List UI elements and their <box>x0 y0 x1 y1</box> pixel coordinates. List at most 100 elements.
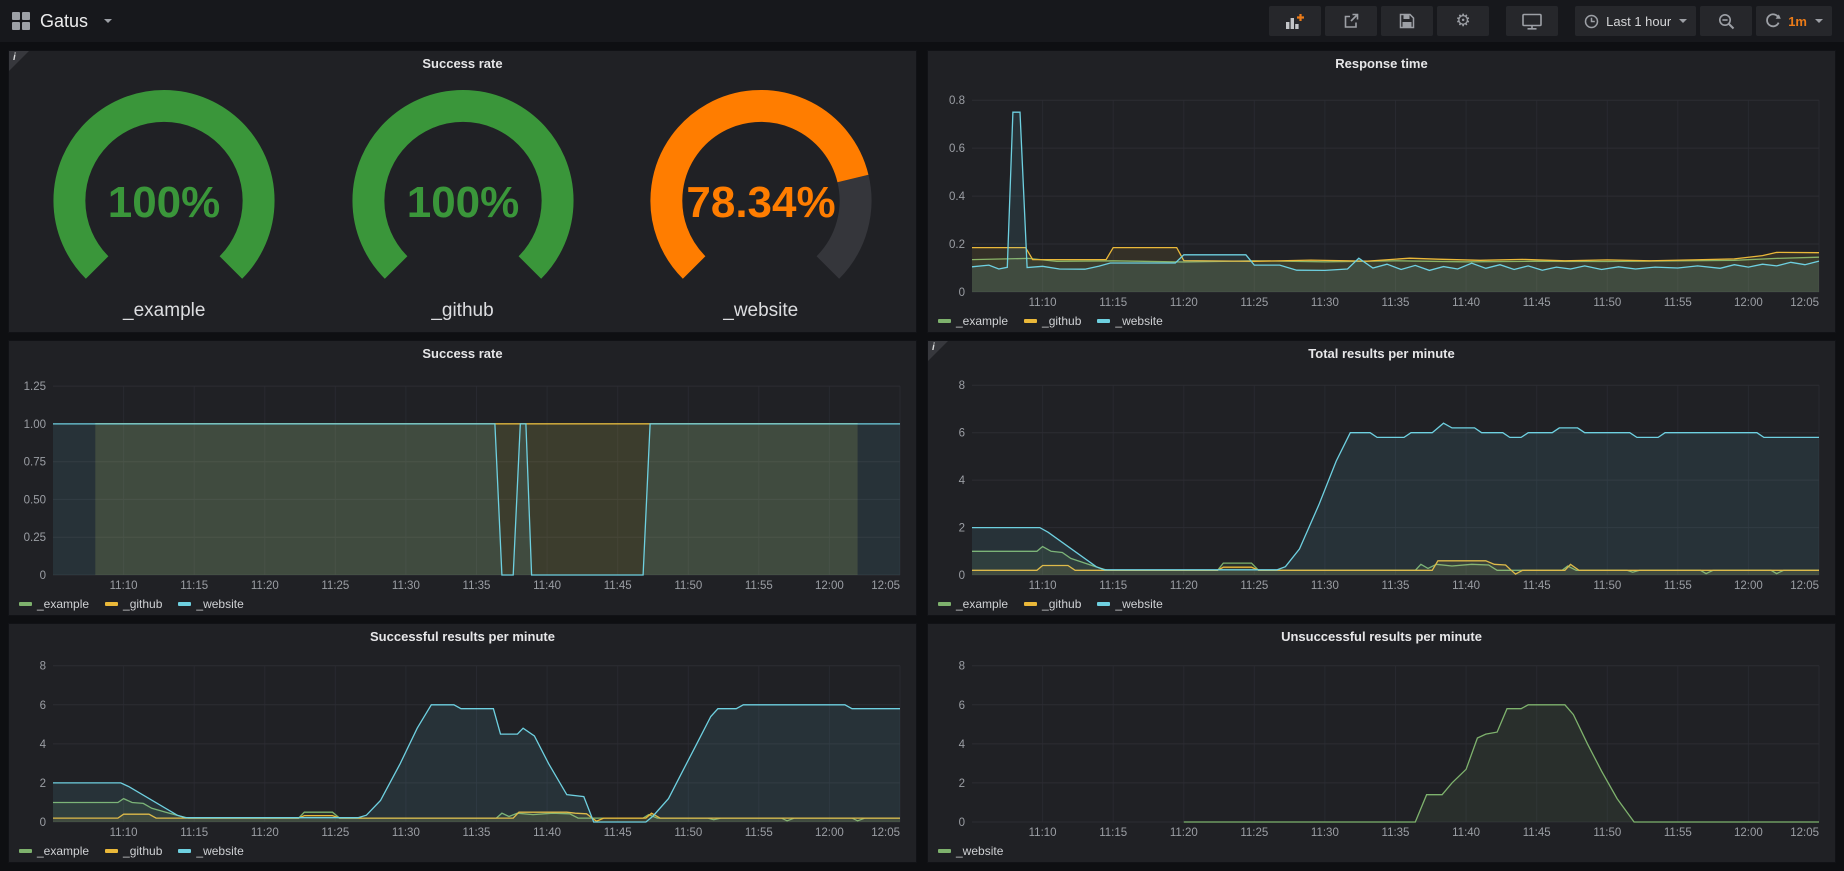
legend-item_example[interactable]: _example <box>19 597 89 611</box>
panel-title[interactable]: Response time <box>928 51 1835 75</box>
svg-text:11:30: 11:30 <box>1311 580 1339 592</box>
success-rate-chart[interactable]: 00.250.500.751.001.2511:1011:1511:2011:2… <box>15 365 910 593</box>
chart-legend: _example _github _website <box>928 310 1835 332</box>
svg-text:11:40: 11:40 <box>1452 827 1480 839</box>
zoom-out-button[interactable] <box>1700 6 1752 36</box>
caret-down-icon[interactable] <box>104 19 112 23</box>
svg-text:11:35: 11:35 <box>1382 580 1410 592</box>
panel-title[interactable]: Total results per minute <box>928 341 1835 365</box>
info-icon[interactable]: i <box>13 52 16 63</box>
panel-title[interactable]: Success rate <box>9 51 916 75</box>
dashboards-grid-icon[interactable] <box>12 12 30 30</box>
svg-text:11:40: 11:40 <box>533 580 561 592</box>
legend-swatch <box>19 602 32 606</box>
legend-swatch <box>1097 602 1110 606</box>
share-button[interactable] <box>1325 6 1377 36</box>
legend-item_github[interactable]: _github <box>1024 597 1081 611</box>
svg-text:11:10: 11:10 <box>1029 580 1057 592</box>
svg-text:11:50: 11:50 <box>1593 580 1621 592</box>
save-button[interactable] <box>1381 6 1433 36</box>
caret-down-icon <box>1679 19 1687 23</box>
legend-swatch <box>105 849 118 853</box>
svg-text:11:45: 11:45 <box>1523 297 1551 309</box>
svg-text:11:50: 11:50 <box>674 580 702 592</box>
svg-text:0.2: 0.2 <box>949 239 965 251</box>
svg-text:8: 8 <box>959 380 965 392</box>
legend-swatch <box>19 849 32 853</box>
chart-legend: _example _github _website <box>9 593 916 615</box>
refresh-icon <box>1765 13 1781 29</box>
legend-item_website[interactable]: _website <box>1097 314 1162 328</box>
svg-text:4: 4 <box>959 475 966 487</box>
share-icon <box>1343 13 1360 29</box>
svg-text:0.4: 0.4 <box>949 191 966 203</box>
svg-text:11:20: 11:20 <box>1170 580 1198 592</box>
svg-text:11:50: 11:50 <box>674 827 702 839</box>
svg-text:11:35: 11:35 <box>463 580 491 592</box>
add-panel-button[interactable] <box>1269 6 1321 36</box>
successful-results-chart[interactable]: 0246811:1011:1511:2011:2511:3011:3511:40… <box>15 648 910 840</box>
response-time-chart[interactable]: 00.20.40.60.811:1011:1511:2011:2511:3011… <box>934 75 1829 310</box>
legend-item_github[interactable]: _github <box>105 844 162 858</box>
gauge-label: _website <box>723 300 798 322</box>
dashboard-grid: i Success rate 100% _example 100% _githu… <box>0 42 1844 871</box>
legend-item_website[interactable]: _website <box>938 844 1003 858</box>
svg-text:0: 0 <box>959 570 965 582</box>
time-range-picker[interactable]: Last 1 hour <box>1575 6 1696 36</box>
panel-info-corner[interactable] <box>9 51 29 71</box>
info-icon[interactable]: i <box>932 342 935 353</box>
clock-icon <box>1584 14 1599 29</box>
svg-text:11:10: 11:10 <box>1029 297 1057 309</box>
legend-swatch <box>1097 319 1110 323</box>
svg-text:12:05: 12:05 <box>871 580 900 592</box>
save-icon <box>1399 13 1415 29</box>
svg-text:11:20: 11:20 <box>1170 827 1198 839</box>
legend-item_example[interactable]: _example <box>19 844 89 858</box>
svg-text:11:55: 11:55 <box>745 827 773 839</box>
settings-button[interactable]: ⚙ <box>1437 6 1489 36</box>
dashboard-title[interactable]: Gatus <box>40 11 88 32</box>
refresh-interval-label: 1m <box>1788 14 1807 29</box>
svg-text:8: 8 <box>959 661 965 673</box>
tv-mode-button[interactable] <box>1506 6 1558 36</box>
unsuccessful-results-chart[interactable]: 0246811:1011:1511:2011:2511:3011:3511:40… <box>934 648 1829 840</box>
legend-item_website[interactable]: _website <box>1097 597 1162 611</box>
svg-text:12:00: 12:00 <box>1734 827 1763 839</box>
svg-text:12:05: 12:05 <box>1790 580 1819 592</box>
svg-text:78.34%: 78.34% <box>686 178 835 227</box>
panel-title[interactable]: Unsuccessful results per minute <box>928 624 1835 648</box>
panel-info-corner[interactable] <box>928 341 948 361</box>
svg-text:100%: 100% <box>108 178 221 227</box>
svg-text:11:10: 11:10 <box>110 580 138 592</box>
svg-text:6: 6 <box>40 700 46 712</box>
total-results-chart[interactable]: 0246811:1011:1511:2011:2511:3011:3511:40… <box>934 365 1829 593</box>
legend-item_github[interactable]: _github <box>105 597 162 611</box>
panel-title[interactable]: Successful results per minute <box>9 624 916 648</box>
svg-text:11:35: 11:35 <box>463 827 491 839</box>
svg-text:11:35: 11:35 <box>1382 297 1410 309</box>
svg-text:11:15: 11:15 <box>1099 297 1127 309</box>
svg-text:12:00: 12:00 <box>1734 297 1763 309</box>
legend-item_website[interactable]: _website <box>178 597 243 611</box>
svg-text:0.8: 0.8 <box>949 95 965 107</box>
svg-text:11:15: 11:15 <box>180 580 208 592</box>
svg-text:11:10: 11:10 <box>1029 827 1057 839</box>
legend-item_example[interactable]: _example <box>938 314 1008 328</box>
panel-success-rate-gauges: i Success rate 100% _example 100% _githu… <box>8 50 917 333</box>
legend-swatch <box>938 602 951 606</box>
gauge-arc: 100% <box>320 86 606 302</box>
svg-text:11:50: 11:50 <box>1593 827 1621 839</box>
legend-item_website[interactable]: _website <box>178 844 243 858</box>
legend-swatch <box>178 849 191 853</box>
panel-title[interactable]: Success rate <box>9 341 916 365</box>
svg-text:6: 6 <box>959 700 965 712</box>
svg-text:11:40: 11:40 <box>1452 580 1480 592</box>
svg-text:11:55: 11:55 <box>1664 297 1692 309</box>
legend-item_github[interactable]: _github <box>1024 314 1081 328</box>
refresh-button[interactable]: 1m <box>1756 6 1832 36</box>
legend-item_example[interactable]: _example <box>938 597 1008 611</box>
svg-text:11:25: 11:25 <box>321 827 349 839</box>
gauge-label: _github <box>431 300 493 322</box>
svg-text:11:35: 11:35 <box>1382 827 1410 839</box>
time-range-label: Last 1 hour <box>1606 14 1671 29</box>
